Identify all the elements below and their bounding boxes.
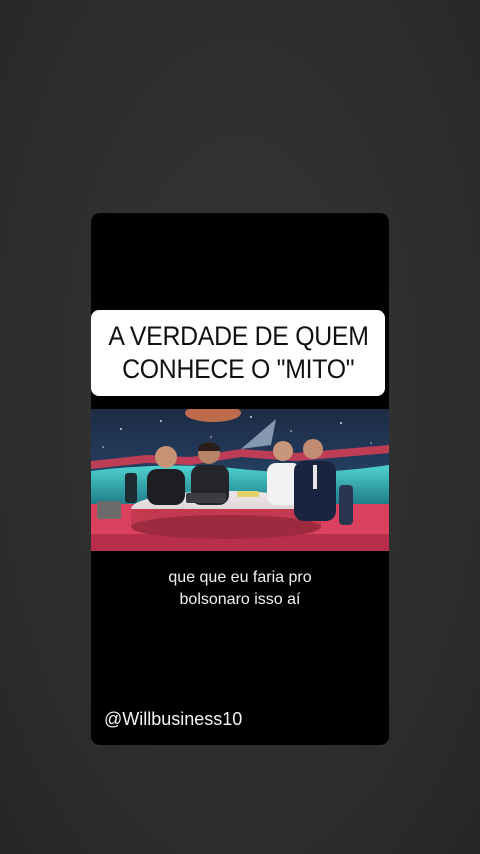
caption: que que eu faria pro bolsonaro isso aí — [91, 567, 389, 611]
title-line-1: A VERDADE DE QUEM — [107, 321, 369, 351]
caption-line-2: bolsonaro isso aí — [179, 591, 301, 608]
author-handle[interactable]: @Willbusiness10 — [104, 708, 242, 730]
title-line-2: CONHECE O "MITO" — [121, 354, 355, 384]
video-frame — [91, 409, 389, 551]
caption-line-1: que que eu faria pro — [168, 569, 312, 586]
story-viewer: A VERDADE DE QUEM CONHECE O "MITO" que q… — [0, 0, 480, 854]
title-banner: A VERDADE DE QUEM CONHECE O "MITO" — [91, 310, 385, 396]
video-player[interactable] — [91, 409, 389, 551]
story-card[interactable]: A VERDADE DE QUEM CONHECE O "MITO" que q… — [91, 213, 389, 745]
